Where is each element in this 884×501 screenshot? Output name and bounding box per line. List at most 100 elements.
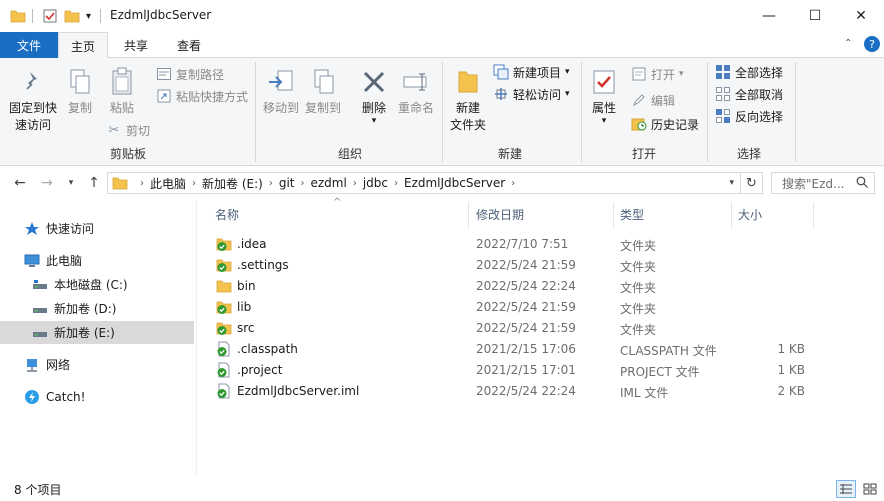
forward-arrow-icon[interactable]: → [38, 173, 56, 193]
select-none-label: 全部取消 [735, 87, 784, 102]
file-type: 文件夹 [620, 323, 657, 337]
delete-button[interactable]: 删除 ▾ [354, 66, 394, 126]
move-to-button[interactable]: 移动到 [261, 66, 301, 117]
help-icon[interactable]: ? [864, 36, 880, 52]
easy-access-button[interactable]: 轻松访问 ▾ [493, 84, 570, 104]
crumb-ezdml[interactable]: ezdml [304, 176, 352, 190]
copy-button[interactable]: 复制 [62, 66, 98, 117]
column-header-name[interactable]: 名称 [215, 200, 465, 228]
search-icon [856, 176, 868, 191]
table-row[interactable]: .classpath 2021/2/15 17:06 CLASSPATH 文件 1 K… [197, 339, 884, 360]
close-button[interactable]: ✕ [838, 0, 884, 32]
new-folder-label-1: 新建 [455, 101, 480, 115]
delete-icon [359, 66, 389, 98]
clipboard-group-label: 剪贴板 [110, 147, 147, 161]
table-row[interactable]: .project 2021/2/15 17:01 PROJECT 文件 1 KB [197, 360, 884, 381]
copy-path-button[interactable]: 复制路径 [156, 64, 224, 84]
column-header-type[interactable]: 类型 [620, 200, 730, 228]
column-header-size[interactable]: 大小 [738, 200, 810, 228]
refresh-icon[interactable]: ↻ [741, 172, 763, 194]
table-row[interactable]: .idea 2022/7/10 7:51 文件夹 [197, 234, 884, 255]
sidebar-item-catch[interactable]: Catch! [0, 385, 194, 408]
sidebar-item-label: 此电脑 [46, 254, 83, 268]
drive-icon [32, 301, 48, 317]
folder-icon [216, 299, 232, 315]
table-row[interactable]: src 2022/5/24 21:59 文件夹 [197, 318, 884, 339]
crumb-this-pc[interactable]: 此电脑 [144, 175, 192, 192]
tab-share[interactable]: 共享 [112, 32, 160, 58]
new-folder-button[interactable]: 新建 文件夹 [446, 66, 490, 134]
rename-button[interactable]: 重命名 [396, 66, 436, 117]
select-all-icon [715, 64, 731, 80]
file-list: ^ 名称 修改日期 类型 大小 .idea 2022/7/10 7:51 文件夹 .s… [197, 197, 884, 476]
recent-locations-icon[interactable]: ▾ [62, 173, 80, 193]
search-input[interactable]: 搜索"Ezd... [771, 172, 875, 194]
copy-path-icon [156, 66, 172, 82]
sidebar-item-drive-e[interactable]: 新加卷 (E:) [0, 321, 194, 344]
properties-label: 属性 [591, 101, 616, 115]
folder-icon [216, 257, 232, 273]
paste-button[interactable]: 粘贴 [104, 66, 140, 117]
file-type: PROJECT 文件 [620, 365, 700, 379]
invert-selection-label: 反向选择 [735, 109, 784, 124]
tab-view[interactable]: 查看 [164, 32, 214, 58]
sidebar-item-label: 快速访问 [46, 222, 95, 236]
copy-to-button[interactable]: 复制到 [303, 66, 343, 117]
table-row[interactable]: EzdmlJdbcServer.iml 2022/5/24 22:24 IML 文件… [197, 381, 884, 402]
sidebar-item-quick-access[interactable]: 快速访问 [0, 217, 194, 240]
delete-dropdown-icon[interactable]: ▾ [372, 117, 377, 126]
history-button[interactable]: 历史记录 [631, 114, 699, 134]
rename-icon [401, 66, 431, 98]
large-icons-view-icon[interactable] [860, 480, 880, 498]
minimize-button[interactable]: — [746, 0, 792, 32]
properties-quick-icon[interactable] [42, 7, 58, 25]
back-arrow-icon[interactable]: ← [11, 173, 29, 193]
sidebar-item-label: 新加卷 (D:) [54, 302, 117, 316]
crumb-current-folder[interactable]: EzdmlJdbcServer [398, 176, 511, 190]
properties-dropdown-icon[interactable]: ▾ [602, 117, 607, 126]
address-bar[interactable]: › 此电脑 › 新加卷 (E:) › git › ezdml › jdbc › … [107, 172, 741, 194]
column-header-date[interactable]: 修改日期 [476, 200, 612, 228]
title-bar: ▾ EzdmlJdbcServer — ☐ ✕ [0, 0, 884, 32]
clipboard-icon [107, 66, 137, 98]
copy-path-label: 复制路径 [176, 67, 225, 82]
up-arrow-icon[interactable]: ↑ [85, 173, 103, 193]
open-button[interactable]: 打开 ▾ [631, 64, 684, 84]
properties-icon [589, 66, 619, 98]
tab-home[interactable]: 主页 [58, 32, 108, 59]
drive-icon [32, 325, 48, 341]
invert-selection-button[interactable]: 反向选择 [715, 106, 783, 126]
new-item-button[interactable]: 新建项目 ▾ [493, 62, 570, 82]
new-item-dropdown-icon: ▾ [565, 67, 570, 77]
file-modified-date: 2022/5/24 21:59 [476, 300, 576, 314]
sidebar-item-label: 本地磁盘 (C:) [54, 278, 128, 292]
crumb-drive-e[interactable]: 新加卷 (E:) [196, 175, 269, 192]
maximize-button[interactable]: ☐ [792, 0, 838, 32]
navigation-bar: ← → ▾ ↑ › 此电脑 › 新加卷 (E:) › git › ezdml ›… [0, 166, 884, 200]
customize-quick-access-icon[interactable]: ▾ [86, 7, 91, 25]
drive-icon [32, 277, 48, 293]
sidebar-item-network[interactable]: 网络 [0, 353, 194, 376]
tab-file[interactable]: 文件 [0, 32, 58, 58]
sidebar-item-drive-d[interactable]: 新加卷 (D:) [0, 297, 194, 320]
paste-shortcut-button[interactable]: 粘贴快捷方式 [156, 86, 248, 106]
sidebar-item-drive-c[interactable]: 本地磁盘 (C:) [0, 273, 194, 296]
collapse-ribbon-icon[interactable]: ⌃ [844, 38, 852, 49]
cut-button[interactable]: ✂ 剪切 [106, 120, 150, 140]
table-row[interactable]: .settings 2022/5/24 21:59 文件夹 [197, 255, 884, 276]
pin-to-quick-access-button[interactable]: 固定到快 速访问 [6, 66, 60, 134]
select-none-button[interactable]: 全部取消 [715, 84, 783, 104]
crumb-jdbc[interactable]: jdbc [357, 176, 394, 190]
crumb-separator[interactable]: › [511, 178, 515, 189]
address-dropdown-icon[interactable]: ▾ [729, 178, 734, 188]
edit-button[interactable]: 编辑 [631, 90, 675, 110]
details-view-icon[interactable] [836, 480, 856, 498]
select-all-button[interactable]: 全部选择 [715, 62, 783, 82]
table-row[interactable]: lib 2022/5/24 21:59 文件夹 [197, 297, 884, 318]
properties-button[interactable]: 属性 ▾ [586, 66, 622, 126]
new-folder-quick-icon[interactable] [64, 7, 80, 25]
window-title: EzdmlJdbcServer [110, 8, 212, 22]
sidebar-item-this-pc[interactable]: 此电脑 [0, 249, 194, 272]
table-row[interactable]: bin 2022/5/24 22:24 文件夹 [197, 276, 884, 297]
crumb-git[interactable]: git [273, 176, 301, 190]
